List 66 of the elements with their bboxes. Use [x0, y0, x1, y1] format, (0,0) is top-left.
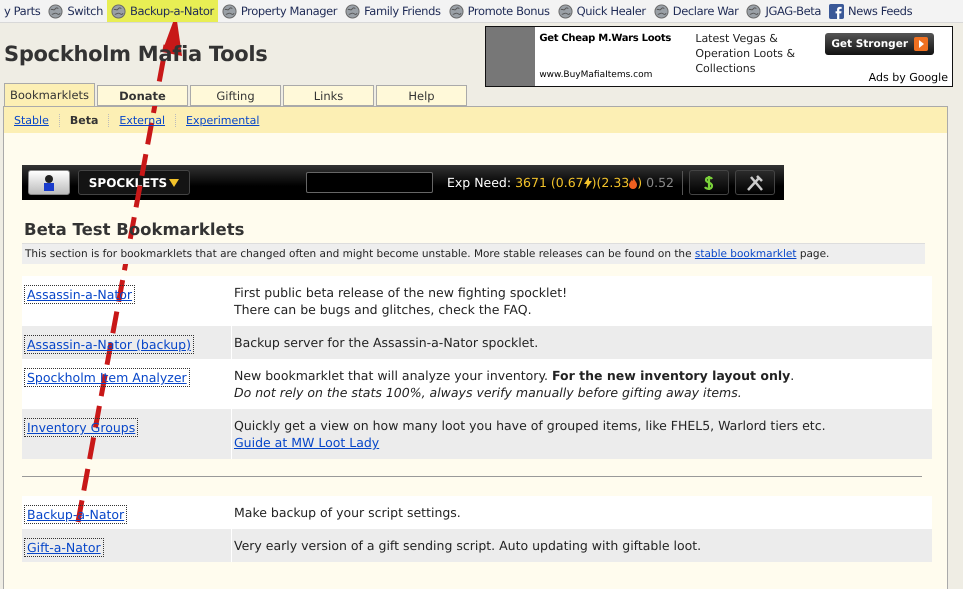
globe-icon — [110, 4, 126, 18]
ad-button[interactable]: Get Stronger — [825, 33, 934, 55]
avatar-button[interactable] — [28, 170, 70, 195]
photo-placeholder — [486, 27, 536, 86]
row-description: New bookmarklet that will analyze your inventory. For the new inventory layout only. — [234, 367, 796, 384]
row-description: Backup server for the Assassin-a-Nator spocklet. — [234, 334, 540, 351]
page-title: Spockholm Mafia Tools — [4, 42, 268, 66]
energy-ratio: (0.67 — [550, 175, 584, 190]
tab[interactable]: Gifting — [190, 85, 281, 106]
row-description: Quickly get a view on how many loot you have of grouped items, like FHEL5, Warlord tiers etc. Guide at MW Loot Lady — [234, 417, 827, 451]
tab[interactable]: Help — [376, 85, 467, 106]
bookmark-link[interactable]: Quick Healer — [554, 0, 650, 22]
advertisement-banner[interactable]: Get Cheap M.Wars Loots www.BuyMafiaItems.com Latest Vegas & Operation Loots & Collections Get Stronger Ads by Google — [485, 26, 953, 87]
stamina-ratio: )(2.33 — [592, 175, 630, 190]
caret-icon — [169, 178, 180, 186]
bookmark-link[interactable]: Backup-a-Nator — [106, 0, 218, 22]
info-text: This section is for bookmarklets that are changed often and might become unstable. More stable releases can be found on the stable bookmarklet page. — [22, 243, 925, 264]
subtab-link[interactable]: Beta — [70, 114, 110, 126]
ad-headline: Get Cheap M.Wars Loots — [539, 33, 672, 44]
other-ratio: 0.52 — [646, 170, 683, 194]
input-field[interactable] — [306, 172, 433, 193]
row-description: Make backup of your script settings. — [234, 504, 462, 521]
subtab-link[interactable]: External — [119, 114, 176, 126]
stable-bookmarklet-link[interactable]: stable bookmarklet — [694, 248, 796, 260]
bookmark-link[interactable]: Property Manager — [218, 0, 342, 22]
globe-icon — [654, 4, 669, 18]
row-description: Very early version of a gift sending script. Auto updating with giftable loot. — [234, 537, 702, 554]
tools-button[interactable] — [734, 170, 775, 195]
exp-value: 3671 — [515, 175, 547, 190]
tools-icon — [744, 174, 765, 192]
exp-label: Exp Need: — [447, 175, 512, 190]
globe-icon — [448, 4, 464, 18]
close-paren: ) — [637, 175, 642, 190]
globe-icon — [222, 4, 237, 18]
bookmarklet-link[interactable]: Gift-a-Nator — [24, 538, 104, 557]
globe-icon — [48, 4, 64, 18]
flame-icon — [629, 176, 638, 188]
tab[interactable]: Links — [283, 85, 374, 106]
bookmark-link[interactable]: News Feeds — [825, 0, 916, 22]
guide-link[interactable]: Guide at MW Loot Lady — [234, 435, 380, 450]
row-description: There can be bugs and glitches, check the FAQ. — [234, 301, 533, 318]
ad-attribution: Ads by Google — [868, 71, 948, 84]
subtab-link[interactable]: Experimental — [186, 114, 270, 126]
globe-icon — [558, 4, 573, 18]
bookmark-link[interactable]: Declare War — [650, 0, 742, 22]
lightning-icon — [584, 176, 592, 188]
globe-icon — [746, 4, 762, 18]
row-description: First public beta release of the new fighting spocklet! — [234, 284, 568, 301]
facebook-icon — [829, 4, 844, 18]
bookmark-link[interactable]: JGAG-Beta — [742, 0, 826, 22]
dollar-icon — [704, 174, 714, 190]
spocklets-menu[interactable]: SPOCKLETS — [78, 170, 190, 195]
row-note: Do not rely on the stats 100%, always verify manually before gifting away items. — [234, 384, 743, 401]
ad-url: www.BuyMafiaItems.com — [539, 70, 654, 80]
ad-text: Latest Vegas & Operation Loots & Collections — [694, 31, 796, 77]
bookmark-link[interactable]: Promote Bonus — [444, 0, 554, 22]
globe-icon — [345, 4, 360, 18]
subtab-link[interactable]: Stable — [14, 114, 60, 126]
bookmark-link[interactable]: Switch — [44, 0, 107, 22]
bookmarklet-link[interactable]: Inventory Groups — [24, 418, 138, 437]
play-icon — [914, 37, 928, 51]
tab[interactable]: Donate — [97, 85, 188, 106]
money-button[interactable] — [688, 170, 729, 195]
tab[interactable]: Bookmarklets — [4, 83, 95, 106]
bookmark-link[interactable]: y Parts — [0, 0, 44, 22]
bookmark-link[interactable]: Family Friends — [341, 0, 445, 22]
